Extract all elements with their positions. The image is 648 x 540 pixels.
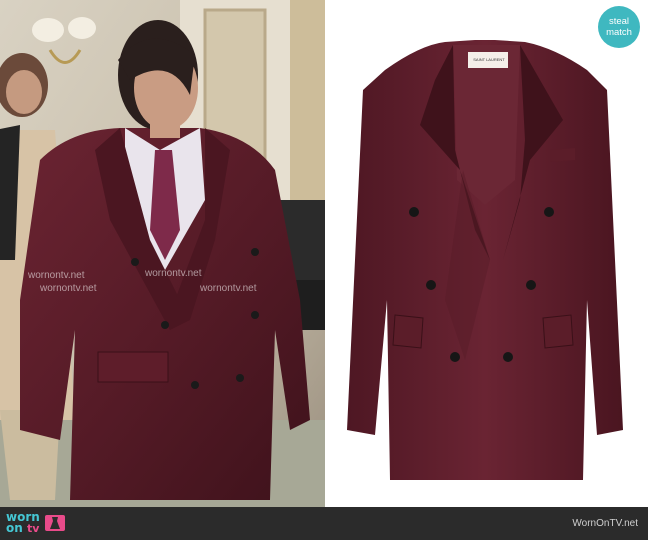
watermark: wornontv.net <box>40 283 97 294</box>
blazer-label-text: SAINT LAURENT <box>473 57 505 62</box>
watermark: wornontv.net <box>145 268 202 279</box>
celebrity-photo: wornontv.net wornontv.net wornontv.net w… <box>0 0 325 507</box>
wornontv-logo[interactable]: worn on tv <box>6 511 66 537</box>
footer-bar: worn on tv WornOnTV.net <box>0 507 648 540</box>
site-name[interactable]: WornOnTV.net <box>572 518 638 529</box>
badge-line-steal: steal <box>608 16 630 27</box>
dress-icon <box>44 515 65 531</box>
product-photo: SAINT LAURENT <box>325 0 648 507</box>
logo-tv: tv <box>26 522 40 535</box>
watermark: wornontv.net <box>200 283 257 294</box>
logo-on: on <box>6 521 23 535</box>
badge-line-match: match <box>606 27 632 38</box>
steal-match-badge[interactable]: steal match <box>598 6 640 48</box>
watermark: wornontv.net <box>28 270 85 281</box>
celebrity-photo-illustration <box>0 0 325 507</box>
blazer-illustration <box>347 40 623 480</box>
